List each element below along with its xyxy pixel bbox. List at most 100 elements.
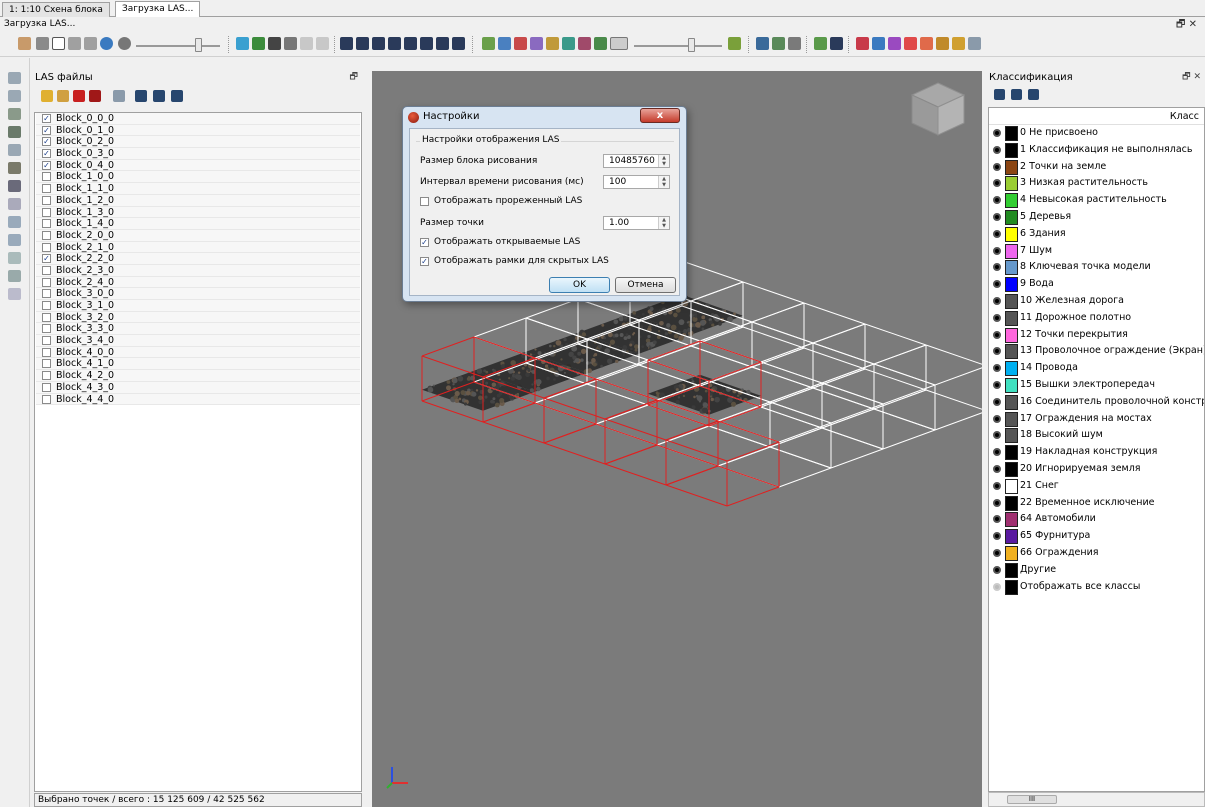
horizontal-scrollbar[interactable]: III bbox=[988, 792, 1205, 807]
visibility-eye-icon[interactable] bbox=[993, 196, 1001, 204]
dialog-close-button[interactable]: x bbox=[640, 108, 680, 123]
terrain-icon[interactable] bbox=[814, 37, 827, 50]
class-row[interactable]: 21 Снег bbox=[989, 478, 1204, 495]
visibility-eye-icon[interactable] bbox=[993, 297, 1001, 305]
polygon-icon[interactable] bbox=[284, 37, 297, 50]
checkbox-icon[interactable] bbox=[42, 336, 51, 345]
point-size-slider-thumb[interactable] bbox=[688, 38, 695, 52]
color-return-icon[interactable] bbox=[546, 37, 559, 50]
class-color-swatch[interactable] bbox=[1005, 210, 1018, 225]
zoom-extent-icon[interactable] bbox=[84, 37, 97, 50]
class-color-swatch[interactable] bbox=[1005, 546, 1018, 561]
class-row[interactable]: 13 Проволочное ограждение (Экран) bbox=[989, 343, 1204, 360]
brush-icon[interactable] bbox=[728, 37, 741, 50]
las-file-row[interactable]: Block_1_4_0 bbox=[36, 218, 360, 230]
point-size-spinbox[interactable]: 1.00 ▲ ▼ bbox=[603, 216, 670, 230]
class-row[interactable]: 7 Шум bbox=[989, 243, 1204, 260]
open-folder-icon[interactable] bbox=[41, 90, 53, 102]
cancel-button[interactable]: Отмена bbox=[615, 277, 676, 293]
visibility-eye-icon[interactable] bbox=[993, 431, 1001, 439]
checkbox-checked-icon[interactable]: ✓ bbox=[42, 114, 51, 123]
spin-arrows-icon[interactable]: ▲ ▼ bbox=[658, 217, 669, 229]
invert-check-icon[interactable] bbox=[171, 90, 183, 102]
color-rgb-icon[interactable] bbox=[514, 37, 527, 50]
las-file-row[interactable]: ✓ Block_0_2_0 bbox=[36, 136, 360, 148]
class-row[interactable]: 20 Игнорируемая земля bbox=[989, 461, 1204, 478]
class-row[interactable]: 19 Накладная конструкция bbox=[989, 444, 1204, 461]
las-file-row[interactable]: Block_4_1_0 bbox=[36, 358, 360, 370]
visibility-eye-icon[interactable] bbox=[993, 347, 1001, 355]
checkbox-checked-icon[interactable]: ✓ bbox=[42, 126, 51, 135]
house-icon[interactable] bbox=[8, 162, 21, 174]
point-size-slider[interactable] bbox=[634, 45, 722, 47]
color-height-icon[interactable] bbox=[482, 37, 495, 50]
frame-icon[interactable] bbox=[830, 37, 843, 50]
class-row[interactable]: 12 Точки перекрытия bbox=[989, 327, 1204, 344]
checkbox-icon[interactable] bbox=[42, 383, 51, 392]
tab-block-scheme[interactable]: 1: 1:10 Схена блока bbox=[2, 2, 110, 17]
visibility-eye-icon[interactable] bbox=[993, 381, 1001, 389]
checkbox-icon[interactable] bbox=[42, 231, 51, 240]
remove-icon[interactable] bbox=[73, 90, 85, 102]
class-row[interactable]: 66 Ограждения bbox=[989, 545, 1204, 562]
color-source-icon[interactable] bbox=[562, 37, 575, 50]
open-file-icon[interactable] bbox=[57, 90, 69, 102]
tree-icon[interactable] bbox=[772, 37, 785, 50]
scrollbar-thumb[interactable]: III bbox=[1007, 795, 1057, 804]
las-file-row[interactable]: Block_1_0_0 bbox=[36, 171, 360, 183]
class-color-swatch[interactable] bbox=[1005, 580, 1018, 595]
class-color-swatch[interactable] bbox=[1005, 126, 1018, 141]
building-icon[interactable] bbox=[8, 126, 21, 138]
view-left-icon[interactable] bbox=[372, 37, 385, 50]
checkbox-icon[interactable] bbox=[42, 313, 51, 322]
las-file-row[interactable]: Block_2_0_0 bbox=[36, 230, 360, 242]
tab-las-loading[interactable]: Загрузка LAS... bbox=[115, 1, 200, 18]
uncheck-all-icon[interactable] bbox=[1011, 89, 1022, 100]
classify-icon[interactable] bbox=[252, 37, 265, 50]
class-row[interactable]: 0 Не присвоено bbox=[989, 125, 1204, 142]
checkbox-icon[interactable] bbox=[42, 348, 51, 357]
checkbox-icon[interactable] bbox=[42, 196, 51, 205]
class-row[interactable]: 4 Невысокая растительность bbox=[989, 192, 1204, 209]
visibility-eye-icon[interactable] bbox=[993, 129, 1001, 137]
show-thinned-checkbox[interactable]: Отображать прореженный LAS bbox=[420, 196, 582, 206]
visibility-eye-icon[interactable] bbox=[993, 263, 1001, 271]
class-color-swatch[interactable] bbox=[1005, 227, 1018, 242]
filter-eye-icon[interactable] bbox=[856, 37, 869, 50]
visibility-eye-icon[interactable] bbox=[993, 448, 1001, 456]
las-file-row[interactable]: Block_1_1_0 bbox=[36, 183, 360, 195]
class-color-swatch[interactable] bbox=[1005, 462, 1018, 477]
las-file-row[interactable]: Block_2_1_0 bbox=[36, 242, 360, 254]
pan-hand-icon[interactable] bbox=[18, 37, 31, 50]
car-icon[interactable] bbox=[8, 234, 21, 246]
class-color-swatch[interactable] bbox=[1005, 311, 1018, 326]
point-density-slider-thumb[interactable] bbox=[195, 38, 202, 52]
zoom-icon[interactable] bbox=[100, 37, 113, 50]
class-row[interactable]: 14 Провода bbox=[989, 360, 1204, 377]
obj-icon[interactable] bbox=[8, 198, 21, 210]
class-color-swatch[interactable] bbox=[1005, 563, 1018, 578]
uncheck-all-icon[interactable] bbox=[153, 90, 165, 102]
checkbox-icon[interactable] bbox=[42, 371, 51, 380]
view-iso-icon[interactable] bbox=[420, 37, 433, 50]
view-right-icon[interactable] bbox=[388, 37, 401, 50]
las-file-row[interactable]: ✓ Block_0_3_0 bbox=[36, 148, 360, 160]
black-square-icon[interactable] bbox=[268, 37, 281, 50]
class-color-swatch[interactable] bbox=[1005, 244, 1018, 259]
show-frames-checkbox[interactable]: ✓ Отображать рамки для скрытых LAS bbox=[420, 256, 609, 266]
checkbox-icon[interactable] bbox=[42, 289, 51, 298]
checkbox-checked-icon[interactable]: ✓ bbox=[420, 257, 429, 266]
color-intensity-icon[interactable] bbox=[498, 37, 511, 50]
las-file-row[interactable]: Block_4_0_0 bbox=[36, 347, 360, 359]
class-color-swatch[interactable] bbox=[1005, 143, 1018, 158]
visibility-eye-icon[interactable] bbox=[993, 314, 1001, 322]
class-row[interactable]: 1 Классификация не выполнялась bbox=[989, 142, 1204, 159]
checkbox-icon[interactable] bbox=[42, 184, 51, 193]
visibility-eye-icon[interactable] bbox=[993, 566, 1001, 574]
class-row[interactable]: Отображать все классы bbox=[989, 579, 1204, 596]
window-controls[interactable]: 🗗 ✕ bbox=[1176, 17, 1197, 32]
redo-icon[interactable] bbox=[316, 37, 329, 50]
save-icon[interactable] bbox=[113, 90, 125, 102]
checkbox-icon[interactable] bbox=[420, 197, 429, 206]
color-mixed-icon[interactable] bbox=[594, 37, 607, 50]
